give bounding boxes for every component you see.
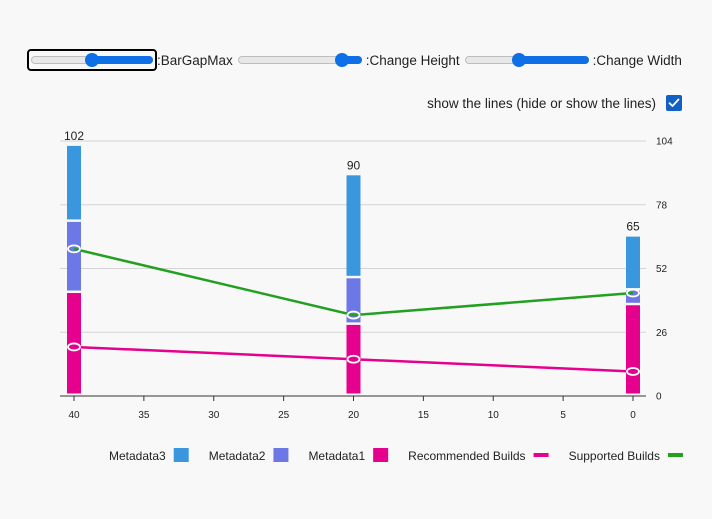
bar-total-label: 90 bbox=[347, 158, 361, 172]
change-height-slider[interactable] bbox=[235, 50, 365, 70]
bar-segment bbox=[67, 145, 81, 220]
legend-label: Metadata1 bbox=[308, 449, 365, 463]
bar-segment bbox=[626, 236, 640, 289]
legend-label: Supported Builds bbox=[569, 449, 660, 463]
legend-label: Metadata2 bbox=[209, 449, 266, 463]
y-tick-label: 26 bbox=[656, 328, 668, 339]
bar-gap-max-slider[interactable] bbox=[27, 49, 157, 71]
x-tick-label: 10 bbox=[488, 410, 500, 421]
x-tick-label: 35 bbox=[138, 410, 150, 421]
show-lines-checkbox[interactable] bbox=[666, 95, 682, 111]
checkmark-icon bbox=[668, 98, 680, 107]
change-width-label: :Change Width bbox=[592, 52, 682, 68]
legend-swatch bbox=[533, 453, 549, 457]
bar-segment bbox=[346, 175, 361, 276]
x-tick-label: 0 bbox=[630, 410, 636, 421]
slider-thumb[interactable] bbox=[334, 53, 349, 67]
legend-label: Metadata3 bbox=[109, 449, 166, 463]
legend-swatch bbox=[273, 448, 289, 462]
y-tick-label: 78 bbox=[656, 200, 668, 211]
line-point-marker bbox=[626, 367, 640, 376]
bar-segment bbox=[67, 221, 81, 291]
bar-gap-max-label: :BarGapMax bbox=[157, 52, 233, 68]
show-lines-label: show the lines (hide or show the lines) bbox=[427, 95, 656, 111]
line-point-marker bbox=[346, 354, 361, 364]
legend-label: Recommended Builds bbox=[408, 449, 525, 463]
y-tick-label: 52 bbox=[656, 264, 668, 275]
line-point-marker bbox=[67, 342, 81, 352]
bar-segment bbox=[626, 290, 640, 303]
slider-fill bbox=[519, 56, 589, 64]
y-tick-label: 0 bbox=[656, 392, 662, 403]
show-lines-toggle: show the lines (hide or show the lines) bbox=[427, 95, 682, 111]
line-point-marker bbox=[346, 310, 361, 320]
x-tick-label: 20 bbox=[348, 410, 360, 421]
x-tick-label: 40 bbox=[68, 410, 80, 421]
series-line bbox=[73, 247, 634, 317]
bar-segment bbox=[346, 324, 361, 394]
change-height-label: :Change Height bbox=[365, 52, 460, 68]
bar-segment bbox=[626, 305, 640, 394]
bar-total-label: 102 bbox=[64, 129, 84, 143]
legend-swatch bbox=[373, 448, 389, 462]
change-width-slider[interactable] bbox=[462, 50, 592, 70]
x-tick-label: 25 bbox=[278, 410, 290, 421]
slider-thumb[interactable] bbox=[512, 53, 527, 67]
y-tick-label: 104 bbox=[656, 137, 673, 148]
x-tick-label: 30 bbox=[208, 410, 220, 421]
series-line bbox=[73, 345, 634, 373]
bar-total-label: 65 bbox=[626, 220, 640, 234]
line-point-marker bbox=[626, 288, 640, 298]
slider-fill bbox=[92, 56, 153, 64]
slider-thumb[interactable] bbox=[85, 53, 99, 67]
x-tick-label: 5 bbox=[560, 410, 566, 421]
x-tick-label: 15 bbox=[418, 410, 430, 421]
bar-segment bbox=[67, 293, 81, 394]
legend-swatch bbox=[173, 448, 189, 462]
bar-segment bbox=[346, 278, 361, 323]
slider-controls: :BarGapMax :Change Height :Change Width bbox=[27, 49, 684, 71]
line-point-marker bbox=[67, 244, 81, 254]
stacked-bar-line-chart: 0 26 52 78 104 40 35 30 25 20 15 10 5 0 102 90 65 Metadat… bbox=[60, 129, 683, 463]
legend-swatch bbox=[667, 453, 683, 457]
